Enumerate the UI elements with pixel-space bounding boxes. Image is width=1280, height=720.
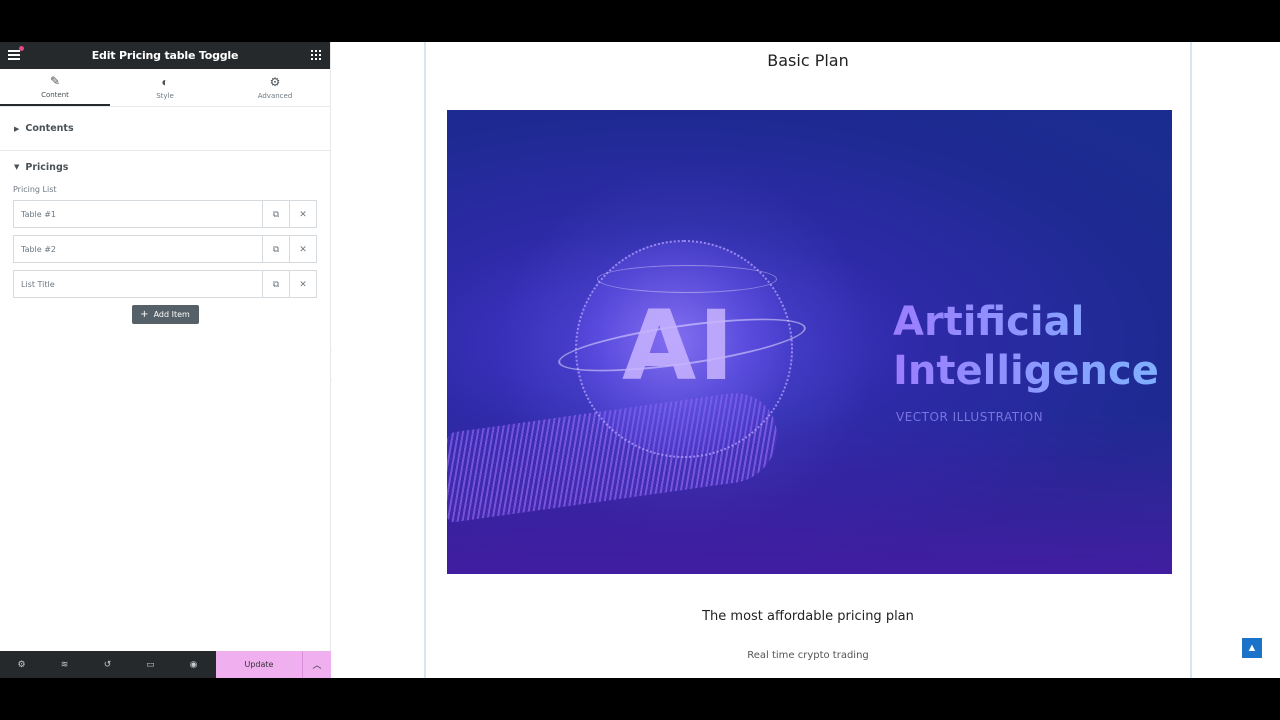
- widgets-grid-icon[interactable]: [311, 50, 321, 60]
- close-icon[interactable]: ✕: [289, 201, 316, 227]
- tab-advanced[interactable]: ⚙ Advanced: [220, 69, 330, 106]
- layers-icon[interactable]: ≋: [43, 651, 86, 678]
- pencil-icon: ✎: [49, 74, 61, 88]
- close-icon[interactable]: ✕: [289, 271, 316, 297]
- duplicate-icon[interactable]: ⧉: [262, 236, 289, 262]
- panel-footer: ⚙ ≋ ↺ ▭ ◉ Update ︿: [0, 651, 331, 678]
- tab-label: Advanced: [257, 92, 293, 100]
- tab-style[interactable]: ◐ Style: [110, 69, 220, 106]
- feature-item: Real time crypto trading: [747, 650, 869, 661]
- update-button[interactable]: Update: [216, 651, 302, 678]
- repeater-item-title[interactable]: Table #2: [14, 245, 262, 254]
- repeater-item-title[interactable]: Table #1: [14, 210, 262, 219]
- hero-title: Artificial Intelligence: [893, 299, 1159, 394]
- pricing-repeater: Table #1 ⧉ ✕ Table #2 ⧉ ✕ List Title ⧉ ✕…: [13, 200, 317, 324]
- contrast-icon: ◐: [161, 75, 169, 89]
- plan-name: Basic Plan: [767, 51, 849, 70]
- section-pricings[interactable]: ▼ Pricings: [0, 151, 330, 183]
- settings-icon[interactable]: ⚙: [0, 651, 43, 678]
- tab-content[interactable]: ✎ Content: [0, 69, 110, 106]
- add-item-button[interactable]: + Add Item: [131, 305, 199, 324]
- gear-icon: ⚙: [269, 75, 281, 89]
- hero-subtitle: VECTOR ILLUSTRATION: [896, 410, 1044, 424]
- close-icon[interactable]: ✕: [289, 236, 316, 262]
- scroll-to-top-button[interactable]: ▲: [1242, 638, 1262, 658]
- pricing-card: Basic Plan AI Artificial Intelligence VE…: [424, 42, 1192, 678]
- repeater-item: Table #1 ⧉ ✕: [13, 200, 317, 228]
- duplicate-icon[interactable]: ⧉: [262, 271, 289, 297]
- hero-ai-text: AI: [622, 290, 737, 402]
- menu-icon[interactable]: [8, 46, 24, 60]
- history-icon[interactable]: ↺: [86, 651, 129, 678]
- section-label: Pricings: [25, 161, 69, 173]
- editor-panel: Edit Pricing table Toggle ✎ Content ◐ St…: [0, 42, 331, 678]
- panel-header: Edit Pricing table Toggle: [0, 42, 330, 69]
- responsive-icon[interactable]: ▭: [129, 651, 172, 678]
- pricing-list-label: Pricing List: [13, 185, 57, 194]
- repeater-item: Table #2 ⧉ ✕: [13, 235, 317, 263]
- plan-tagline: The most affordable pricing plan: [702, 609, 914, 624]
- notification-dot: [19, 46, 24, 51]
- panel-tabs: ✎ Content ◐ Style ⚙ Advanced: [0, 69, 330, 107]
- add-item-label: Add Item: [153, 310, 190, 319]
- plus-icon: +: [140, 309, 149, 320]
- chevron-up-icon[interactable]: ︿: [302, 651, 331, 678]
- panel-title: Edit Pricing table Toggle: [91, 49, 239, 62]
- duplicate-icon[interactable]: ⧉: [262, 201, 289, 227]
- tab-label: Content: [41, 91, 69, 99]
- repeater-item: List Title ⧉ ✕: [13, 270, 317, 298]
- editor-app: Edit Pricing table Toggle ✎ Content ◐ St…: [0, 42, 1280, 678]
- section-contents[interactable]: ▶ Contents: [0, 107, 330, 151]
- preview-canvas: Basic Plan AI Artificial Intelligence VE…: [332, 42, 1280, 678]
- section-label: Contents: [25, 123, 74, 134]
- caret-right-icon: ▶: [14, 124, 20, 133]
- hero-image: AI Artificial Intelligence VECTOR ILLUST…: [447, 110, 1172, 574]
- preview-icon[interactable]: ◉: [172, 651, 215, 678]
- caret-down-icon: ▼: [14, 163, 20, 171]
- tab-label: Style: [156, 92, 174, 100]
- repeater-item-title[interactable]: List Title: [14, 280, 262, 289]
